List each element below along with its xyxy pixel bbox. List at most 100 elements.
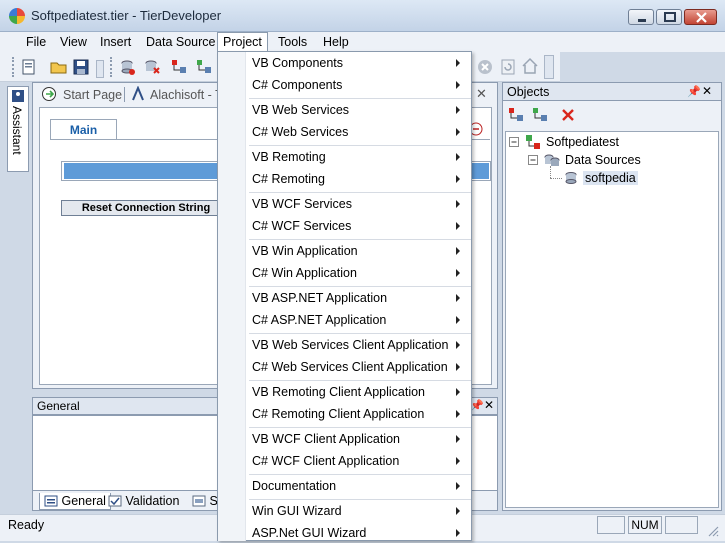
toolbar-grip[interactable] [12, 57, 15, 77]
add-object-icon[interactable] [507, 106, 525, 124]
submenu-arrow-icon [456, 247, 460, 255]
toolbar-overflow-2[interactable] [544, 55, 554, 79]
minimize-icon [638, 19, 646, 22]
resize-grip-icon[interactable] [706, 524, 720, 538]
project-node-icon [526, 135, 540, 149]
collapse-data-sources-icon[interactable] [527, 154, 539, 166]
menu-separator [249, 286, 471, 287]
project-menu-item[interactable]: C# WCF Client Application [252, 451, 399, 471]
submenu-arrow-icon [456, 410, 460, 418]
project-menu-item[interactable]: C# Web Services Client Application [252, 357, 448, 377]
project-menu-item[interactable]: VB WCF Client Application [252, 429, 400, 449]
assistant-side-tab[interactable]: Assistant [7, 86, 29, 172]
tree-connector [550, 166, 551, 178]
delete-icon[interactable] [560, 107, 576, 123]
minimize-button[interactable] [628, 9, 654, 25]
project-menu-item[interactable]: VB Remoting [252, 147, 326, 167]
menu-project[interactable]: Project [217, 32, 268, 52]
tab-alachisoft[interactable]: Alachisoft - T [150, 86, 223, 104]
menu-data-source[interactable]: Data Source [141, 33, 220, 51]
project-menu-item[interactable]: VB Web Services Client Application [252, 335, 448, 355]
menu-separator [249, 192, 471, 193]
add-child-object-icon[interactable] [531, 106, 549, 124]
menu-separator [249, 98, 471, 99]
home-icon[interactable] [521, 57, 539, 75]
menu-separator [249, 427, 471, 428]
project-menu-item[interactable]: C# Remoting Client Application [252, 404, 424, 424]
project-menu-item[interactable]: C# Win Application [252, 263, 357, 283]
database-delete-icon[interactable] [143, 58, 161, 76]
menu-file[interactable]: File [21, 33, 51, 51]
tree-node-softpedia[interactable]: softpedia [583, 171, 638, 185]
tree-node-data-sources[interactable]: Data Sources [565, 153, 641, 167]
project-menu-item[interactable]: VB Components [252, 53, 343, 73]
submenu-arrow-icon [456, 106, 460, 114]
collapse-root-icon[interactable] [508, 136, 520, 148]
menu-insert[interactable]: Insert [95, 33, 136, 51]
data-sources-icon [544, 154, 560, 166]
start-page-icon [42, 87, 56, 101]
stop-icon[interactable] [476, 58, 494, 76]
assistant-icon [12, 90, 24, 102]
tab-start-page[interactable]: Start Page [63, 86, 122, 104]
project-menu-item[interactable]: C# WCF Services [252, 216, 351, 236]
project-menu-item[interactable]: VB Remoting Client Application [252, 382, 425, 402]
submenu-arrow-icon [456, 222, 460, 230]
project-menu-item[interactable]: Documentation [252, 476, 336, 496]
project-menu-item[interactable]: C# ASP.NET Application [252, 310, 386, 330]
toolbar-overflow[interactable] [96, 60, 104, 78]
submenu-arrow-icon [456, 128, 460, 136]
menu-separator [249, 145, 471, 146]
objects-close-icon[interactable]: ✕ [702, 84, 712, 98]
general-pin-icon[interactable]: 📌 [470, 399, 484, 412]
menu-tools[interactable]: Tools [273, 33, 312, 51]
toolbar-grip-2[interactable] [110, 57, 113, 77]
open-icon[interactable] [50, 58, 68, 76]
assistant-label: Assistant [10, 106, 24, 155]
tree-node-root[interactable]: Softpediatest [546, 135, 619, 149]
general-tab-icon [44, 495, 58, 507]
database-node-icon [565, 172, 577, 184]
reset-connection-string-button[interactable]: Reset Connection String [61, 200, 231, 216]
project-menu-item[interactable]: VB WCF Services [252, 194, 352, 214]
save-icon[interactable] [72, 58, 90, 76]
app-icon[interactable] [9, 8, 25, 24]
submenu-arrow-icon [456, 81, 460, 89]
submenu-arrow-icon [456, 200, 460, 208]
tab-general[interactable]: General [39, 493, 111, 510]
document-close-icon[interactable]: ✕ [476, 86, 487, 102]
project-menu-item[interactable]: C# Web Services [252, 122, 348, 142]
project-menu-item[interactable]: C# Remoting [252, 169, 325, 189]
tab-validation[interactable]: Validation [108, 493, 179, 510]
database-icon[interactable] [118, 58, 136, 76]
window-title: Softpediatest.tier - TierDeveloper [31, 8, 222, 23]
general-close-icon[interactable]: ✕ [484, 398, 494, 412]
submenu-arrow-icon [456, 435, 460, 443]
tab-validation-label: Validation [125, 494, 180, 508]
submenu-arrow-icon [456, 175, 460, 183]
close-button[interactable] [684, 9, 717, 25]
tree-node-add-icon[interactable] [195, 58, 213, 76]
menu-help[interactable]: Help [318, 33, 354, 51]
menu-icon-gutter [218, 52, 246, 541]
project-menu-item[interactable]: VB ASP.NET Application [252, 288, 387, 308]
project-menu-item[interactable]: VB Win Application [252, 241, 358, 261]
tree-connector-2 [550, 178, 562, 179]
project-menu-item[interactable]: VB Web Services [252, 100, 349, 120]
project-menu-item[interactable]: ASP.Net GUI Wizard [252, 523, 366, 543]
tree-node-icon[interactable] [170, 58, 188, 76]
refresh-icon[interactable] [499, 58, 517, 76]
project-menu-item[interactable]: C# Components [252, 75, 342, 95]
new-icon[interactable] [20, 58, 38, 76]
objects-pin-icon[interactable]: 📌 [687, 85, 701, 98]
tab-main[interactable]: Main [50, 119, 117, 140]
submenu-arrow-icon [456, 294, 460, 302]
project-menu-item[interactable]: Win GUI Wizard [252, 501, 342, 521]
submenu-arrow-icon [456, 59, 460, 67]
maximize-button[interactable] [656, 9, 682, 25]
status-scrl-box [665, 516, 698, 534]
sy-tab-icon [192, 495, 206, 507]
submenu-arrow-icon [456, 341, 460, 349]
submenu-arrow-icon [456, 388, 460, 396]
menu-view[interactable]: View [55, 33, 92, 51]
